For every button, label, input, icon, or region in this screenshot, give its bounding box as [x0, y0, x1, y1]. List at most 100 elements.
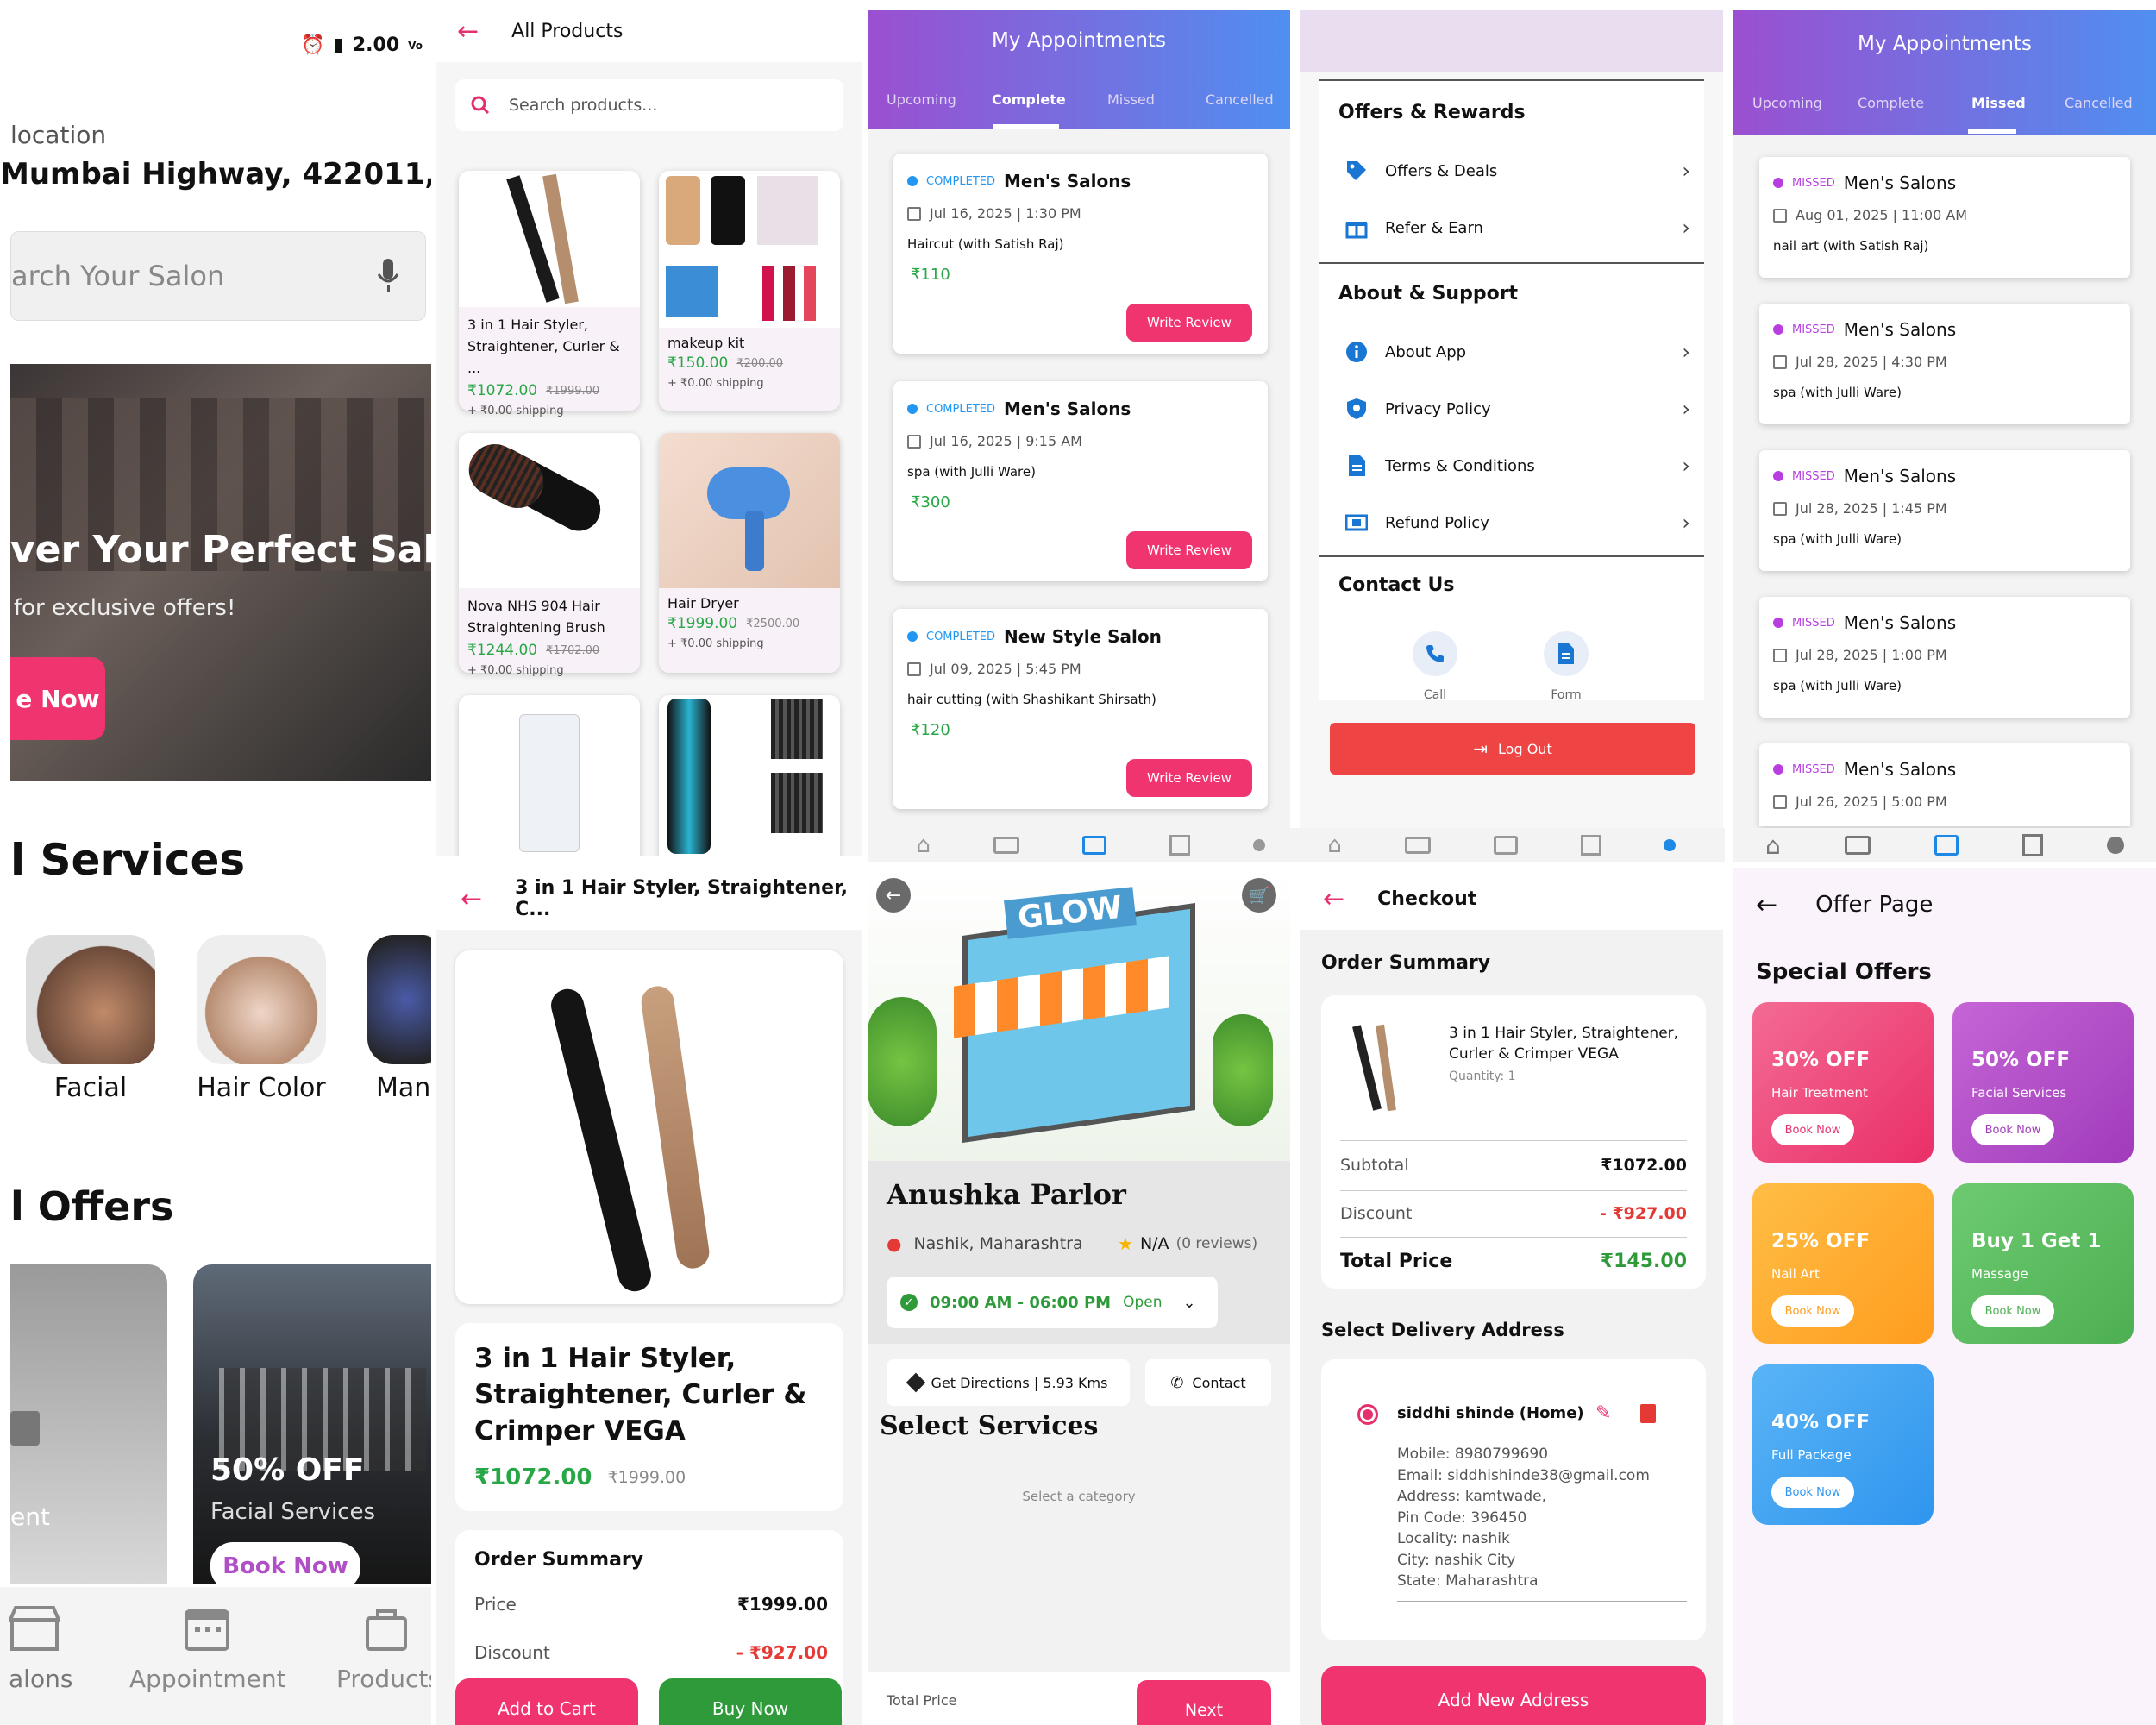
service-item-facial[interactable]: Facial — [26, 935, 155, 1103]
back-arrow-icon[interactable]: ← — [457, 16, 479, 47]
bag-icon[interactable] — [2021, 834, 2043, 856]
calendar-icon[interactable] — [1934, 835, 1959, 856]
tab-completed[interactable]: Complete — [1858, 95, 1924, 111]
store-icon[interactable] — [993, 837, 1019, 854]
home-icon[interactable]: ⌂ — [1765, 831, 1781, 860]
write-review-button[interactable]: Write Review — [1126, 531, 1252, 569]
service-item-hair-color[interactable]: Hair Color — [197, 935, 326, 1103]
appointment-card[interactable]: MISSED Men's Salons Jul 28, 2025 | 4:30 P… — [1759, 304, 2130, 424]
write-review-button[interactable]: Write Review — [1126, 759, 1252, 797]
nav-products[interactable]: Products — [336, 1604, 431, 1693]
appointment-card[interactable]: COMPLETED Men's Salons Jul 16, 2025 | 1:… — [893, 154, 1268, 354]
delete-icon[interactable] — [1640, 1404, 1656, 1423]
back-button[interactable]: ← — [876, 878, 911, 913]
status-dot — [1773, 618, 1783, 628]
bag-icon[interactable] — [1580, 835, 1601, 856]
search-input[interactable]: arch Your Salon — [11, 260, 224, 292]
book-now-button[interactable]: Book Now — [1771, 1114, 1854, 1145]
profile-icon[interactable] — [2106, 837, 2124, 854]
product-card[interactable] — [659, 695, 840, 856]
offer-card[interactable]: 40% OFF Full Package Book Now — [1752, 1364, 1934, 1525]
open-status: Open — [1123, 1294, 1163, 1311]
menu-item-about[interactable]: About App › — [1345, 340, 1690, 364]
book-now-button[interactable]: Book Now — [1771, 1295, 1854, 1327]
product-card[interactable] — [459, 695, 640, 856]
store-icon[interactable] — [1844, 836, 1871, 855]
appointment-card[interactable]: MISSED Men's Salons Jul 28, 2025 | 1:45 P… — [1759, 450, 2130, 571]
calendar-icon[interactable] — [1493, 836, 1518, 855]
add-address-button[interactable]: Add New Address — [1321, 1666, 1706, 1725]
calendar-icon[interactable] — [1081, 836, 1106, 855]
buy-now-button[interactable]: Buy Now — [659, 1678, 842, 1725]
tab-missed[interactable]: Missed — [1107, 91, 1155, 108]
tab-cancelled[interactable]: Cancelled — [2065, 95, 2133, 111]
address-card[interactable]: siddhi shinde (Home) ✎ Mobile: 898079969… — [1321, 1359, 1706, 1640]
book-now-button[interactable]: Book Now — [1971, 1114, 2054, 1145]
directions-button[interactable]: Get Directions | 5.93 Kms — [887, 1359, 1130, 1406]
appointment-card[interactable]: MISSED Men's Salons Jul 26, 2025 | 5:00 P… — [1759, 743, 2130, 826]
home-icon[interactable]: ⌂ — [916, 832, 931, 858]
offer-card-facial[interactable]: 50% OFF Facial Services Book Now — [193, 1264, 431, 1590]
appointment-card[interactable]: MISSED Men's Salons Aug 01, 2025 | 11:00 … — [1759, 157, 2130, 278]
profile-icon[interactable] — [1664, 839, 1677, 851]
chevron-right-icon: › — [1682, 159, 1690, 183]
tab-missed[interactable]: Missed — [1971, 95, 2026, 111]
offer-card[interactable]: 50% OFF Facial Services Book Now — [1952, 1002, 2134, 1163]
product-old-price: ₹200.00 — [736, 356, 784, 370]
product-search[interactable]: Search products... — [455, 79, 843, 131]
salon-hero-image: GLOW ← 🛒 — [868, 868, 1290, 1161]
mic-icon[interactable] — [377, 259, 399, 293]
tab-cancelled[interactable]: Cancelled — [1206, 91, 1274, 108]
product-card[interactable]: 3 in 1 Hair Styler, Straightener, Curler… — [459, 171, 640, 417]
write-review-button[interactable]: Write Review — [1126, 304, 1252, 342]
contact-form[interactable]: Form — [1540, 631, 1592, 702]
edit-icon[interactable]: ✎ — [1595, 1402, 1611, 1424]
profile-icon[interactable] — [1252, 839, 1265, 851]
salon-search[interactable]: arch Your Salon — [10, 231, 426, 321]
contact-call[interactable]: Call — [1409, 631, 1461, 702]
offer-card[interactable]: 25% OFF Nail Art Book Now — [1752, 1183, 1934, 1344]
appointment-card[interactable]: COMPLETED New Style Salon Jul 09, 2025 |… — [893, 609, 1268, 809]
book-now-button[interactable]: Book Now — [1971, 1295, 2054, 1327]
tab-upcoming[interactable]: Upcoming — [887, 91, 956, 108]
menu-item-offers[interactable]: Offers & Deals › — [1345, 159, 1690, 183]
menu-item-privacy[interactable]: Privacy Policy › — [1345, 397, 1690, 421]
logout-button[interactable]: ⇥ Log Out — [1330, 723, 1695, 775]
home-icon[interactable]: ⌂ — [1327, 832, 1342, 858]
store-icon[interactable] — [1404, 837, 1431, 854]
contact-button[interactable]: ✆ Contact — [1145, 1359, 1271, 1406]
hours-dropdown[interactable]: ✓ 09:00 AM - 06:00 PM Open ⌄ — [887, 1276, 1218, 1328]
offer-card[interactable]: 30% OFF Hair Treatment Book Now — [1752, 1002, 1934, 1163]
add-to-cart-button[interactable]: Add to Cart — [455, 1678, 638, 1725]
product-card[interactable]: Nova NHS 904 Hair Straightening Brush ₹1… — [459, 433, 640, 677]
search-input[interactable]: Search products... — [509, 96, 657, 115]
offer-name: Full Package — [1771, 1447, 1852, 1463]
service-item-man[interactable]: Man — [367, 935, 431, 1103]
menu-item-refer[interactable]: Refer & Earn › — [1345, 216, 1690, 240]
bag-icon[interactable] — [1169, 835, 1190, 856]
tab-completed[interactable]: Complete — [992, 91, 1066, 108]
product-card[interactable]: makeup kit ₹150.00 ₹200.00 + ₹0.00 shippi… — [659, 171, 840, 411]
offer-card-left[interactable]: ent — [10, 1264, 167, 1584]
appointments-header: My Appointments Upcoming Complete Missed… — [1733, 10, 2156, 135]
address-text[interactable]: Mumbai Highway, 422011, Dee — [0, 157, 431, 191]
book-now-button[interactable]: Book Now — [1771, 1477, 1854, 1508]
nav-appointment[interactable]: Appointment — [129, 1604, 286, 1693]
radio-selected-icon[interactable] — [1357, 1404, 1378, 1425]
offer-card[interactable]: Buy 1 Get 1 Massage Book Now — [1952, 1183, 2134, 1344]
back-arrow-icon[interactable]: ← — [1756, 890, 1777, 920]
tab-upcoming[interactable]: Upcoming — [1752, 95, 1822, 111]
menu-item-refund[interactable]: Refund Policy › — [1345, 511, 1690, 535]
appointment-card[interactable]: MISSED Men's Salons Jul 28, 2025 | 1:00 P… — [1759, 597, 2130, 718]
offer-book-button[interactable]: Book Now — [210, 1542, 360, 1590]
appointment-card[interactable]: COMPLETED Men's Salons Jul 16, 2025 | 9:… — [893, 381, 1268, 581]
back-arrow-icon[interactable]: ← — [461, 884, 482, 914]
next-button[interactable]: Next — [1137, 1680, 1271, 1725]
nav-salons[interactable]: alons — [9, 1604, 86, 1693]
product-card[interactable]: Hair Dryer ₹1999.00 ₹2500.00 + ₹0.00 ship… — [659, 433, 840, 673]
banner-book-button[interactable]: e Now — [10, 657, 105, 740]
promo-banner[interactable]: ver Your Perfect Salo for exclusive offe… — [10, 364, 431, 781]
cart-button[interactable]: 🛒 — [1242, 878, 1276, 913]
menu-item-terms[interactable]: Terms & Conditions › — [1345, 454, 1690, 478]
back-arrow-icon[interactable]: ← — [1323, 884, 1344, 914]
